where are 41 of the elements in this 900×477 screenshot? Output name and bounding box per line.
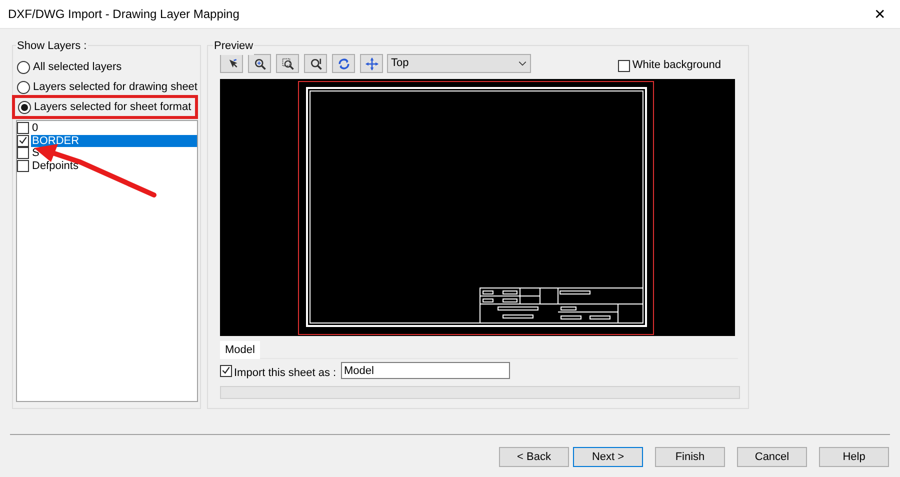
close-button[interactable]: ✕ [870,4,890,24]
refresh-icon [336,56,350,70]
cursor-button[interactable] [220,54,243,73]
layer-checkbox[interactable] [17,147,29,160]
checkbox-label[interactable]: Import this sheet as : [234,364,341,382]
radio-button[interactable] [18,100,31,114]
group-title: Preview [213,38,254,54]
chevron-down-icon [518,61,527,66]
import-checkbox[interactable] [220,364,232,376]
window-title: DXF/DWG Import - Drawing Layer Mapping [8,6,240,23]
sheet-name-field[interactable]: Model [341,362,510,379]
dialog-button[interactable]: < Back [499,447,569,467]
dialog-button[interactable]: Cancel [737,447,807,467]
layer-checkbox[interactable] [17,160,29,172]
pan-button[interactable] [360,54,383,73]
group-title: Show Layers : [16,38,88,54]
radio-label[interactable]: All selected layers [33,58,122,76]
layer-item[interactable]: Defpoints [31,160,197,172]
zoom-in-icon [252,56,266,70]
background-checkbox[interactable] [618,60,630,72]
layer-item[interactable]: 0 [31,122,197,134]
checkbox-label[interactable]: White background [632,57,721,74]
radio-button[interactable] [17,80,30,94]
layer-checkbox[interactable] [17,122,29,134]
layer-checkbox[interactable] [17,134,29,147]
sheet-tab[interactable]: Model [220,341,260,359]
zoom-in-button[interactable] [248,54,271,73]
refresh-button[interactable] [332,54,355,73]
dialog-button[interactable]: Next > [573,447,643,467]
view-dropdown[interactable]: Top [387,54,531,73]
dialog-button[interactable]: Help [819,447,889,467]
zoom-window-icon [280,56,294,70]
dialog-button[interactable]: Finish [655,447,725,467]
radio-label[interactable]: Layers selected for sheet format [34,98,192,116]
radio-button[interactable] [17,60,30,74]
zoom-fit-icon [308,56,322,70]
radio-label[interactable]: Layers selected for drawing sheet [33,78,198,96]
layer-item[interactable]: BORDER [31,134,197,147]
zoom-fit-button[interactable] [304,54,327,73]
zoom-window-button[interactable] [276,54,299,73]
pan-icon [364,56,378,70]
